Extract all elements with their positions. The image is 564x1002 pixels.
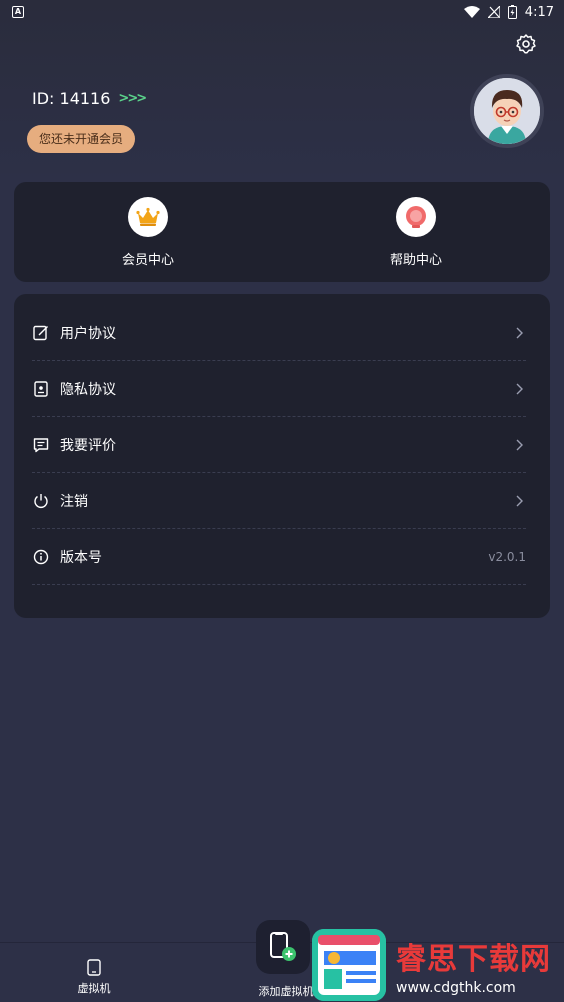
nav-label-add-virtual-machine: 添加虚拟机 [258,985,314,998]
info-icon [33,549,49,564]
menu-item-logout[interactable]: 注销 [32,473,526,529]
watermark: 睿思下载网 www.cdgthk.com [312,928,564,1002]
user-id-text: ID: 14116 [32,89,111,108]
comment-icon [33,437,49,452]
chevron-right-icon [516,439,523,450]
add-device-icon [270,932,296,961]
help-center-label: 帮助中心 [389,253,442,268]
watermark-title: 睿思下载网 [396,942,551,977]
tablet-icon [87,959,101,976]
quick-actions-card: 会员中心 帮助中心 [14,182,550,282]
settings-button[interactable] [514,32,538,56]
signal-icon [487,6,500,18]
add-virtual-machine-button[interactable] [256,920,310,974]
menu-item-privacy-agreement[interactable]: 隐私协议 [32,361,526,417]
wifi-icon [463,6,480,18]
menu-label-version: 版本号 [60,549,102,566]
status-bar: A 4:17 [0,0,564,24]
vip-status-badge[interactable]: 您还未开通会员 [27,125,136,153]
crown-icon [136,207,160,226]
settings-menu-card: 用户协议 隐私协议 我要评价 注销 版本号 v2.0.1 [14,294,550,618]
crown-icon-wrap [128,197,168,237]
notification-icon: A [12,6,24,18]
chevron-right-icon [516,327,523,338]
menu-label-logout: 注销 [60,493,88,510]
menu-label-rate-app: 我要评价 [60,437,116,454]
avatar-image [474,78,540,144]
privacy-doc-icon [34,380,48,397]
arrows-icon: >>> [118,91,147,106]
power-icon [34,493,48,508]
menu-label-privacy-agreement: 隐私协议 [60,381,116,398]
watermark-url: www.cdgthk.com [396,980,516,996]
browser-logo-icon [312,929,386,1001]
chevron-right-icon [516,383,523,394]
gear-icon [516,34,536,54]
help-bulb-icon [406,206,426,228]
member-center-button[interactable]: 会员中心 [14,182,282,282]
user-id[interactable]: ID: 14116 >>> [32,89,147,108]
menu-label-user-agreement: 用户协议 [60,325,116,342]
menu-item-rate-app[interactable]: 我要评价 [32,417,526,473]
help-center-button[interactable]: 帮助中心 [282,182,550,282]
help-icon-wrap [396,197,436,237]
version-value: v2.0.1 [488,549,526,564]
nav-virtual-machines[interactable]: 虚拟机 [62,943,126,1002]
battery-icon [507,5,517,19]
watermark-logo [312,929,386,1001]
clock: 4:17 [524,4,554,20]
avatar[interactable] [470,74,544,148]
menu-item-version: 版本号 v2.0.1 [32,529,526,585]
chevron-right-icon [516,495,523,506]
edit-doc-icon [33,325,48,340]
member-center-label: 会员中心 [121,253,174,268]
menu-item-user-agreement[interactable]: 用户协议 [32,305,526,361]
nav-label-virtual-machines: 虚拟机 [77,982,111,995]
